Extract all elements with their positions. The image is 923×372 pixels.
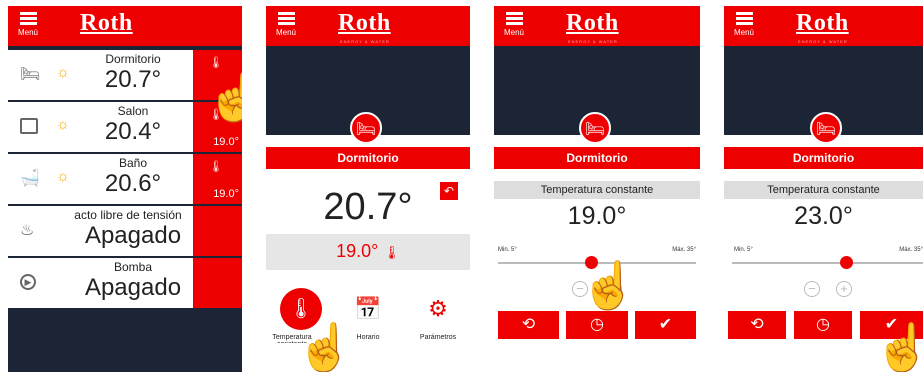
room-name: Salon (117, 104, 149, 118)
sun-icon: ☼ (56, 116, 70, 133)
back-button[interactable]: ⟲ (728, 311, 786, 339)
top-bar: Menú Roth ENERGY & WATER (266, 6, 470, 46)
setpoint-panel: 19.0° 🌡 (266, 234, 470, 270)
slider-knob[interactable] (840, 256, 854, 269)
device-state: Apagado (84, 222, 182, 249)
back-icon: ⟲ (750, 316, 764, 333)
bed-icon: 🛏 (810, 112, 842, 144)
tile-label: Parámetros (419, 334, 457, 341)
thermometer-icon: 🌡 (209, 57, 223, 69)
device-state: Apagado (84, 274, 182, 301)
min-label: Min. 5° (498, 247, 517, 253)
tile-parameters[interactable]: ⚙ Parámetros (410, 296, 466, 341)
back-button[interactable]: ⟲ (498, 311, 559, 339)
min-label: Min. 5° (734, 247, 753, 253)
bed-icon: 🛏 (350, 112, 382, 144)
hamburger-menu-icon (277, 12, 295, 25)
roth-logo: Roth (80, 10, 133, 36)
room-temperature: 20.6° (104, 170, 162, 197)
confirm-button[interactable]: ✔ (635, 311, 696, 339)
calendar-icon: 📅 (354, 296, 382, 321)
device-name: Bomba (113, 260, 153, 274)
roth-logo: Roth (796, 10, 849, 36)
setpoint-box[interactable]: 🌡 19.0° (193, 154, 242, 204)
device-name: acto libre de tensión (74, 208, 182, 222)
tv-icon (20, 118, 38, 134)
gears-icon: ⚙ (428, 296, 448, 321)
state-box[interactable] (193, 258, 242, 308)
menu-button[interactable]: Menú (732, 12, 756, 37)
room-temperature: 20.4° (104, 118, 162, 145)
room-name: Dormitorio (105, 52, 161, 66)
menu-button[interactable]: Menú (274, 12, 298, 37)
back-icon: ↶ (443, 184, 455, 198)
back-icon: ⟲ (521, 316, 536, 333)
bed-icon: 🛏 (579, 112, 611, 144)
device-row-bomba[interactable]: ▶ Bomba Apagado (8, 256, 242, 308)
screen-room-detail: Menú Roth ENERGY & WATER 🛏 Dormitorio 20… (266, 6, 470, 372)
screen-constant-temp-2: Menú Roth ENERGY & WATER 🛏 Dormitorio Te… (724, 6, 923, 372)
hamburger-menu-icon (735, 12, 753, 25)
thermometer-icon: 🌡 (209, 161, 223, 173)
logo-subtitle: ENERGY & WATER (340, 39, 390, 44)
thermometer-icon: 🌡 (383, 245, 400, 260)
max-label: Máx. 35° (672, 247, 696, 253)
room-row-bano[interactable]: 🛁 ☼ Baño 20.6° 🌡 19.0° (8, 152, 242, 204)
device-row-contact[interactable]: ♨ acto libre de tensión Apagado (8, 204, 242, 256)
schedule-button[interactable]: ◷ (794, 311, 852, 339)
setpoint-value: 19.0° (567, 202, 627, 230)
setpoint-value: 23.0° (794, 202, 853, 230)
logo-subtitle: ENERGY & WATER (798, 39, 848, 44)
room-name: Baño (118, 156, 148, 170)
clock-icon: ◷ (816, 316, 830, 333)
check-icon: ✔ (658, 316, 673, 333)
roth-logo: Roth (566, 10, 619, 36)
mode-title: Temperatura constante (494, 181, 700, 199)
top-bar: Menú Roth ENERGY & WATER (724, 6, 923, 46)
room-title: Dormitorio (724, 147, 923, 169)
bathtub-icon: 🛁 (20, 170, 40, 187)
hamburger-menu-icon (505, 12, 523, 25)
bed-icon: 🛏 (20, 66, 41, 83)
max-label: Máx. 35° (899, 247, 923, 253)
setpoint-value: 19.0° (336, 241, 379, 261)
mode-title: Temperatura constante (724, 181, 923, 199)
roth-logo: Roth (338, 10, 391, 36)
hamburger-menu-icon (19, 12, 37, 25)
menu-button[interactable]: Menú (16, 12, 40, 37)
clock-icon: ◷ (590, 316, 604, 333)
logo-subtitle: ENERGY & WATER (568, 39, 618, 44)
room-title: Dormitorio (494, 147, 700, 169)
hand-pointer-icon: ☝ (296, 321, 354, 372)
state-box[interactable] (193, 206, 242, 256)
hand-pointer-icon: ☝ (206, 71, 242, 123)
screen-constant-temp-1: Menú Roth ENERGY & WATER 🛏 Dormitorio Te… (494, 6, 700, 372)
hand-pointer-icon: ☝ (580, 259, 638, 311)
menu-button[interactable]: Menú (502, 12, 526, 37)
room-temperature: 20.7° (104, 66, 162, 93)
setpoint-value: 19.0° (213, 188, 239, 200)
back-button[interactable]: ↶ (440, 182, 458, 200)
schedule-button[interactable]: ◷ (566, 311, 628, 339)
setpoint-value: 19.0° (213, 136, 239, 148)
screen-room-list: Menú Roth 🛏 ☼ Dormitorio 20.7° 🌡 ☼ Salon… (8, 6, 242, 372)
top-bar: Menú Roth (8, 6, 242, 46)
room-title: Dormitorio (266, 147, 470, 169)
temperature-slider[interactable] (732, 262, 923, 264)
sun-icon: ☼ (56, 168, 70, 185)
plus-button[interactable]: + (836, 281, 852, 297)
hand-pointer-icon: ☝ (874, 321, 923, 372)
top-bar: Menú Roth ENERGY & WATER (494, 6, 700, 46)
minus-button[interactable]: − (804, 281, 820, 297)
play-circle-icon: ▶ (20, 274, 36, 290)
sun-icon: ☼ (56, 64, 70, 81)
fire-icon: ♨ (20, 222, 35, 239)
